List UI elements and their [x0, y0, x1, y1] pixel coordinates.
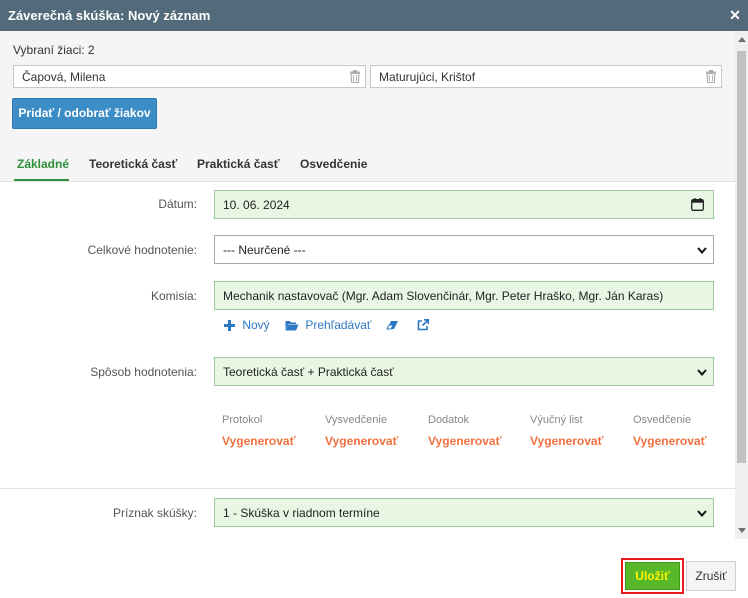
chevron-down-icon [697, 510, 707, 518]
add-remove-students-button[interactable]: Pridať / odobrať žiakov [12, 98, 157, 129]
generate-apprentice-certificate-link[interactable]: Vygenerovať [530, 434, 603, 448]
folder-open-icon [285, 321, 299, 331]
generate-report-link[interactable]: Vygenerovať [325, 434, 398, 448]
method-value: Teoretická časť + Praktická časť [223, 365, 394, 379]
new-committee-button[interactable]: Nový [224, 318, 270, 332]
scroll-up-arrow[interactable] [738, 37, 746, 42]
dialog-footer: Uložiť Zrušiť [0, 539, 748, 598]
generate-protocol-link[interactable]: Vygenerovať [222, 434, 295, 448]
doc-label-supplement: Dodatok [428, 414, 469, 426]
section-divider [0, 488, 735, 489]
method-select[interactable]: Teoretická časť + Praktická časť [214, 357, 714, 386]
scroll-down-arrow[interactable] [738, 528, 746, 533]
student-name: Čapová, Milena [22, 70, 106, 84]
dialog-titlebar: Záverečná skúška: Nový záznam ✕ [0, 0, 748, 31]
tab-practical[interactable]: Praktická časť [197, 157, 279, 171]
student-chip: Čapová, Milena [13, 65, 366, 88]
doc-label-protocol: Protokol [222, 414, 263, 426]
student-name: Maturujúci, Krištof [379, 70, 476, 84]
external-link-icon[interactable] [417, 318, 429, 332]
tab-basic[interactable]: Základné [17, 157, 69, 171]
save-highlight: Uložiť [621, 558, 684, 594]
date-value: 10. 06. 2024 [223, 198, 290, 212]
rating-value: --- Neurčené --- [223, 243, 306, 257]
cancel-button[interactable]: Zrušiť [686, 561, 736, 591]
generate-supplement-link[interactable]: Vygenerovať [428, 434, 501, 448]
date-label: Dátum: [158, 197, 197, 211]
plus-icon [224, 320, 235, 331]
doc-label-certificate: Osvedčenie [633, 414, 692, 426]
flag-value: 1 - Skúška v riadnom termíne [223, 506, 380, 520]
committee-label: Komisia: [150, 289, 197, 303]
doc-label-report: Vysvedčenie [325, 414, 387, 426]
browse-committee-button[interactable]: Prehľadávať [285, 318, 371, 332]
new-label: Nový [242, 318, 270, 332]
flag-label: Príznak skúšky: [112, 506, 197, 520]
dialog-title: Záverečná skúška: Nový záznam [8, 8, 211, 23]
save-button[interactable]: Uložiť [625, 562, 680, 590]
chevron-down-icon [697, 247, 707, 255]
student-chip: Maturujúci, Krištof [370, 65, 722, 88]
calendar-icon[interactable] [691, 198, 704, 211]
committee-value: Mechanik nastavovač (Mgr. Adam Slovenčin… [223, 289, 664, 303]
browse-label: Prehľadávať [305, 318, 372, 332]
selected-students-count: Vybraní žiaci: 2 [13, 43, 95, 57]
rating-label: Celkové hodnotenie: [87, 243, 197, 257]
doc-label-apprentice-certificate: Výučný list [530, 414, 583, 426]
tab-bar: Základné Teoretická časť Praktická časť … [0, 151, 735, 182]
scrollbar-thumb[interactable] [737, 51, 746, 463]
generate-certificate-link[interactable]: Vygenerovať [633, 434, 706, 448]
students-panel: Vybraní žiaci: 2 Čapová, Milena Maturujú… [0, 31, 748, 151]
tab-theory[interactable]: Teoretická časť [89, 157, 177, 171]
eraser-icon[interactable] [386, 318, 399, 332]
method-label: Spôsob hodnotenia: [90, 365, 197, 379]
rating-select[interactable]: --- Neurčené --- [214, 235, 714, 264]
chevron-down-icon [697, 369, 707, 377]
vertical-scrollbar[interactable] [735, 31, 748, 539]
committee-input[interactable]: Mechanik nastavovač (Mgr. Adam Slovenčin… [214, 281, 714, 310]
close-icon[interactable]: ✕ [728, 7, 742, 23]
trash-icon[interactable] [349, 70, 361, 83]
tab-divider [0, 181, 735, 182]
tab-certificate[interactable]: Osvedčenie [300, 157, 367, 171]
date-input[interactable]: 10. 06. 2024 [214, 190, 714, 219]
flag-select[interactable]: 1 - Skúška v riadnom termíne [214, 498, 714, 527]
trash-icon[interactable] [705, 70, 717, 83]
